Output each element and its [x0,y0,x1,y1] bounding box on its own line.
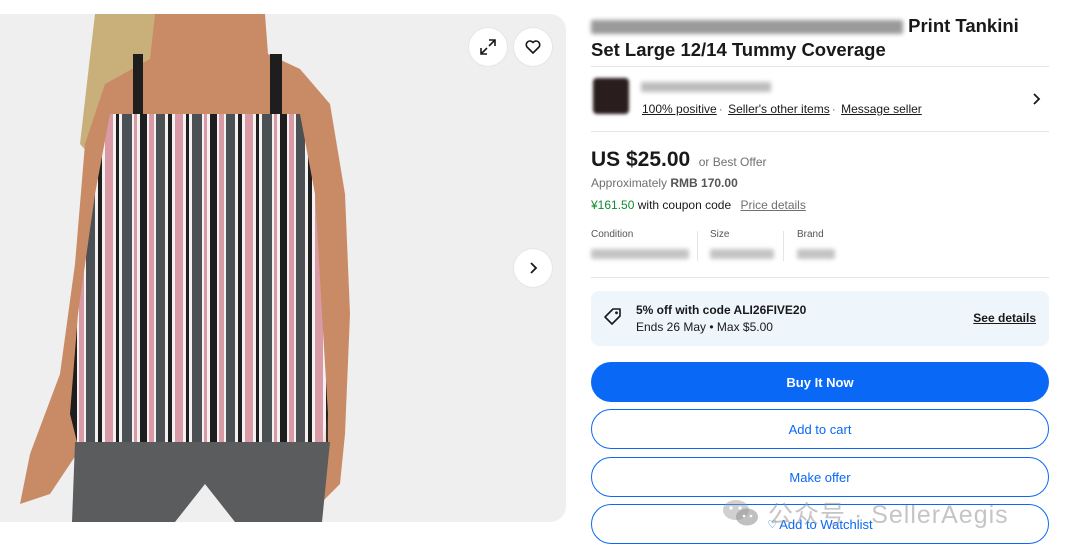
spec-value-redacted [710,249,774,259]
chevron-right-icon[interactable] [1029,92,1043,106]
buy-it-now-button[interactable]: Buy It Now [591,362,1049,402]
divider [591,277,1049,278]
expand-button[interactable] [469,28,507,66]
spec-brand: Brand [797,229,857,269]
expand-icon [480,39,496,55]
promo-title: 5% off with code ALI26FIVE20 [636,303,807,317]
seller-name-redacted [641,82,771,92]
product-image[interactable] [0,14,566,522]
price-row: US $25.00 or Best Offer [591,148,767,172]
separator-dot: · [831,102,836,116]
spec-label: Condition [591,229,634,240]
seller-info[interactable]: 100% positive · Seller's other items · Mes… [591,76,1049,124]
seller-avatar [593,78,629,114]
seller-links: 100% positive · Seller's other items · Mes… [642,102,922,116]
title-line2: Set Large 12/14 Tummy Coverage [591,39,886,60]
make-offer-button[interactable]: Make offer [591,457,1049,497]
spec-condition: Condition [591,229,691,269]
chevron-right-icon [530,262,538,274]
approx-price: Approximately RMB 170.00 [591,176,738,190]
listing-title: Print Tankini Set Large 12/14 Tummy Cove… [591,14,1051,62]
tag-icon [604,308,621,325]
see-details-link[interactable]: See details [973,311,1036,325]
seller-other-items-link[interactable]: Seller's other items [728,102,830,116]
title-line1-visible: Print Tankini [908,15,1019,36]
watermark: 公众号 · SellerAegis [722,496,1009,530]
price: US $25.00 [591,148,691,171]
watch-heart-button[interactable] [514,28,552,66]
next-image-button[interactable] [514,249,552,287]
coupon-promo: 5% off with code ALI26FIVE20 Ends 26 May… [591,291,1049,346]
seller-feedback-link[interactable]: 100% positive [642,102,717,116]
separator-dot: · [718,102,723,116]
spec-label: Size [710,229,730,240]
approx-value: RMB 170.00 [670,176,738,190]
spec-value-redacted [591,249,689,259]
wechat-icon [723,500,758,526]
item-specs: Condition Size Brand [591,229,1051,269]
spec-label: Brand [797,229,824,240]
heart-icon [525,40,541,54]
spec-separator [783,231,784,261]
divider [591,66,1049,67]
divider [591,131,1049,132]
approx-label: Approximately [591,176,668,190]
coupon-text: with coupon code [637,198,732,212]
best-offer-note: or Best Offer [698,155,767,169]
add-to-cart-button[interactable]: Add to cart [591,409,1049,449]
coupon-price: ¥161.50 with coupon code Price details [591,198,806,212]
spec-separator [697,231,698,261]
spec-value-redacted [797,249,835,259]
promo-subtitle: Ends 26 May • Max $5.00 [636,320,773,334]
price-details-link[interactable]: Price details [740,198,805,212]
image-gallery [0,14,566,522]
redacted-title-text [591,20,903,35]
spec-size: Size [710,229,780,269]
watermark-text: 公众号 · SellerAegis [768,501,1009,529]
message-seller-link[interactable]: Message seller [841,102,922,116]
coupon-price-value: ¥161.50 [591,198,635,212]
